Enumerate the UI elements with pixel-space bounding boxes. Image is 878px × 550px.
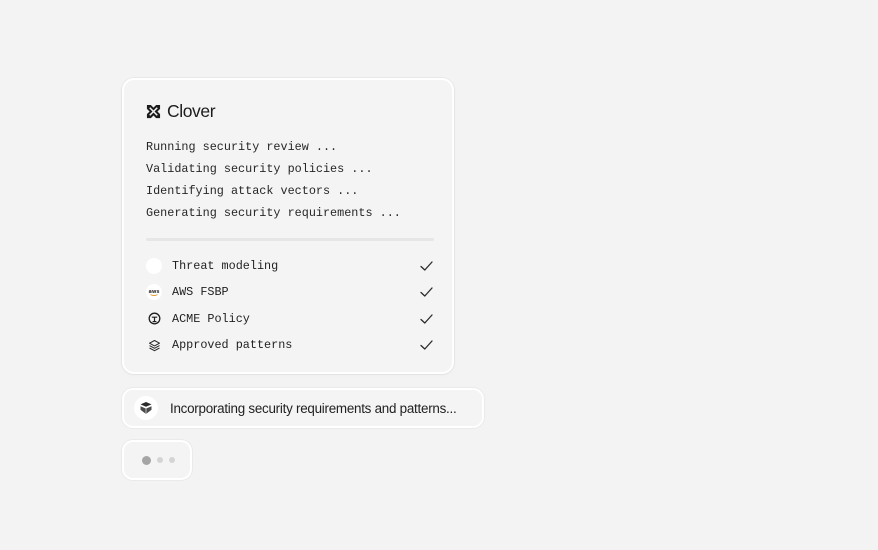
check-item-label: ACME Policy <box>172 311 250 326</box>
check-item-label: Approved patterns <box>172 338 293 353</box>
blank-circle-icon <box>146 258 162 275</box>
checkmark-icon <box>420 313 433 324</box>
checkmark-icon <box>420 287 433 297</box>
check-item-label: Threat modeling <box>172 259 279 274</box>
typing-dot-active <box>142 455 151 465</box>
check-item-aws-fsbp: aws AWS FSBP <box>146 279 434 305</box>
check-item-approved-patterns: Approved patterns <box>146 332 434 358</box>
status-text: Incorporating security requirements and … <box>170 400 457 416</box>
shield-stack-icon <box>134 396 158 420</box>
brand: Clover <box>146 100 216 122</box>
activity-log: Running security review ... Validating s… <box>146 136 401 224</box>
status-message: Incorporating security requirements and … <box>122 388 484 428</box>
check-item-threat-modeling: Threat modeling <box>146 253 434 279</box>
log-line: Generating security requirements ... <box>146 206 401 220</box>
divider <box>146 238 434 241</box>
checkmark-icon <box>420 340 433 350</box>
log-line: Validating security policies ... <box>146 162 373 176</box>
typing-dot <box>157 457 163 463</box>
checkmark-icon <box>420 261 433 271</box>
log-line: Identifying attack vectors ... <box>146 184 359 198</box>
check-item-label: AWS FSBP <box>172 285 229 300</box>
brand-name: Clover <box>167 100 216 121</box>
acme-logo-icon <box>146 311 162 327</box>
typing-indicator <box>122 440 192 480</box>
check-item-acme-policy: ACME Policy <box>146 306 434 332</box>
svg-text:aws: aws <box>149 289 160 295</box>
checklist: Threat modeling aws AWS FSBP ACME Policy… <box>146 253 434 358</box>
canvas: Clover Running security review ... Valid… <box>0 0 878 550</box>
log-line: Running security review ... <box>146 140 338 154</box>
layers-icon <box>146 337 162 353</box>
clover-x-logo-icon <box>146 104 161 118</box>
security-review-card: Clover Running security review ... Valid… <box>122 78 454 374</box>
aws-logo-icon: aws <box>146 284 162 301</box>
typing-dot <box>169 457 175 463</box>
